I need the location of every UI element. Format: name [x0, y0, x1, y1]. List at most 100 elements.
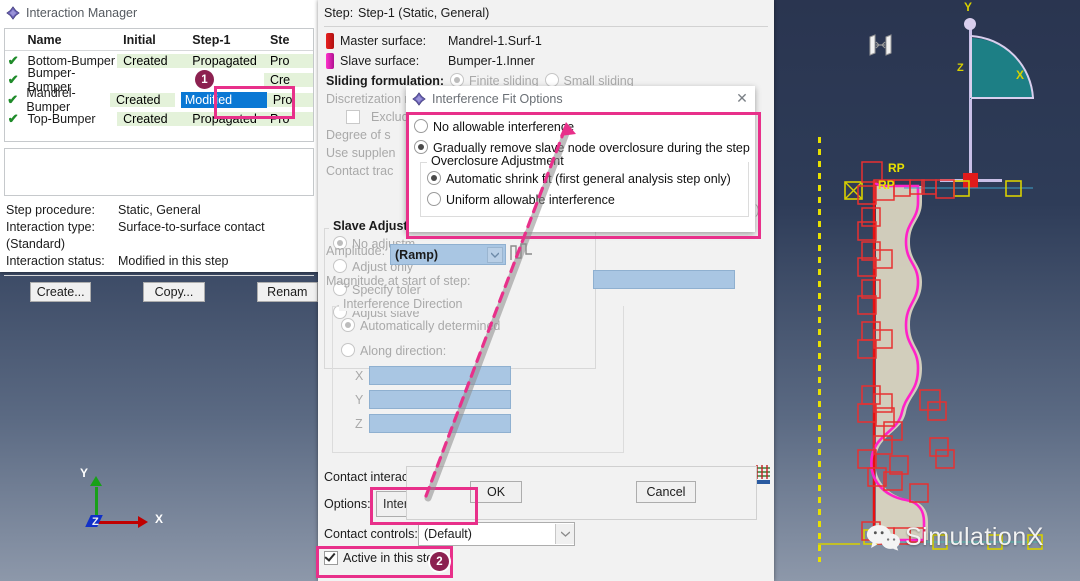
- row-name[interactable]: Top-Bumper: [22, 112, 118, 126]
- interaction-manager-buttons: Create... Copy... Renam: [0, 276, 318, 302]
- info-step-procedure-value: Static, General: [118, 203, 201, 217]
- active-in-step-checkbox[interactable]: Active in this step: [324, 551, 440, 565]
- slave-surface-icon: [326, 53, 334, 69]
- contact-controls-label: Contact controls:: [324, 527, 418, 541]
- dialog-divider: [324, 26, 768, 27]
- master-surface-row: Master surface: Mandrel-1.Surf-1: [318, 31, 774, 51]
- row-step2[interactable]: Pro: [263, 53, 313, 68]
- badge-1: 1: [195, 70, 214, 89]
- contact-interaction-label: Contact interacti: [324, 470, 415, 484]
- option-automatic-shrink-fit-label: Automatic shrink fit (first general anal…: [446, 172, 731, 186]
- abaqus-diamond-icon: [6, 6, 20, 20]
- part-geometry: [818, 161, 1043, 550]
- axis-triad-x-arrow: [138, 516, 148, 528]
- amplitude-value: (Ramp): [395, 247, 439, 262]
- create-button[interactable]: Create...: [30, 282, 92, 302]
- axis-triad-y-arrow: [90, 476, 102, 486]
- degree-smoothing-label: Degree of s: [326, 128, 391, 142]
- direction-x-label: X: [355, 368, 364, 383]
- amplitude-label: Amplitude:: [326, 244, 386, 258]
- master-surface-icon: [326, 33, 334, 49]
- contact-controls-value: (Default): [424, 527, 472, 541]
- cancel-button[interactable]: Cancel: [636, 481, 696, 503]
- direction-along-radio[interactable]: Along direction:: [333, 333, 623, 358]
- col-step2[interactable]: Ste: [264, 33, 313, 47]
- step-label: Step:: [324, 6, 354, 20]
- info-interaction-type: Interaction type: Surface-to-surface cont…: [6, 219, 318, 253]
- interaction-detail-panel: [4, 148, 314, 196]
- row-step1[interactable]: Propagated: [186, 112, 264, 127]
- amplitude-select[interactable]: (Ramp): [390, 244, 506, 265]
- interference-dialog-body: No allowable interference Gradually remo…: [406, 111, 755, 217]
- active-in-step-label: Active in this step: [343, 551, 441, 565]
- selected-cell-label: Modified: [180, 91, 267, 108]
- ok-button[interactable]: OK: [470, 481, 522, 503]
- magnitude-label: Magnitude at start of step:: [326, 274, 471, 288]
- row-initial[interactable]: Created: [117, 53, 187, 68]
- col-initial[interactable]: Initial: [117, 33, 186, 47]
- interference-fit-options-dialog[interactable]: Interference Fit Options ✕ No allowable …: [406, 86, 755, 232]
- info-interaction-type-label: Interaction type:: [6, 220, 95, 234]
- option-uniform-allowable-interference-label: Uniform allowable interference: [446, 193, 615, 207]
- col-name[interactable]: Name: [22, 33, 118, 47]
- contact-controls-select[interactable]: (Default): [418, 522, 575, 546]
- master-surface-value: Mandrel-1.Surf-1: [448, 34, 542, 48]
- interaction-manager-titlebar: Interaction Manager: [0, 0, 318, 26]
- chevron-down-icon[interactable]: [555, 524, 574, 544]
- interference-dialog-titlebar: Interference Fit Options ✕: [406, 86, 755, 111]
- interaction-table[interactable]: Name Initial Step-1 Ste ✔ Bottom-Bumper …: [4, 28, 314, 142]
- table-row[interactable]: ✔ Mandrel-Bumper Created Modified Pro: [5, 86, 313, 114]
- rp-label-2: RP: [878, 178, 895, 192]
- close-icon[interactable]: ✕: [729, 90, 755, 107]
- viewport-triad-z-label: Z: [957, 62, 964, 74]
- row-check-icon[interactable]: ✔: [5, 111, 22, 127]
- edit-surface-icon[interactable]: [866, 34, 894, 58]
- slave-surface-row: Slave surface: Bumper-1.Inner: [318, 51, 774, 71]
- direction-y-label: Y: [355, 392, 364, 407]
- row-check-icon[interactable]: ✔: [5, 72, 22, 88]
- overclosure-adjustment-group: Overclosure Adjustment Automatic shrink …: [420, 154, 749, 217]
- interference-direction-group: Interference Direction Automatically det…: [332, 297, 624, 453]
- info-interaction-status-label: Interaction status:: [6, 254, 105, 268]
- row-name[interactable]: Mandrel-Bumper: [20, 86, 110, 114]
- row-step1[interactable]: Propagated: [186, 53, 264, 68]
- row-step2[interactable]: Cre: [263, 73, 313, 88]
- chevron-down-icon[interactable]: [487, 247, 503, 263]
- info-step-procedure: Step procedure: Static, General: [6, 202, 318, 219]
- col-step1[interactable]: Step-1: [186, 33, 264, 47]
- abaqus-diamond-icon: [412, 91, 426, 106]
- row-check-icon[interactable]: ✔: [5, 53, 22, 69]
- table-row[interactable]: ✔ Top-Bumper Created Propagated Pro: [5, 110, 313, 130]
- rename-button[interactable]: Renam: [256, 282, 318, 302]
- direction-z-input[interactable]: [369, 414, 511, 433]
- row-initial[interactable]: Created: [110, 92, 175, 107]
- row-initial[interactable]: Created: [117, 112, 187, 127]
- viewport-triad-y-label: Y: [964, 0, 973, 14]
- interaction-manager-window[interactable]: Interaction Manager Name Initial Step-1 …: [0, 0, 318, 302]
- copy-button[interactable]: Copy...: [143, 282, 205, 302]
- viewport-triad-arc-outline: [970, 35, 1034, 99]
- step-value: Step-1 (Static, General): [358, 6, 490, 20]
- option-uniform-allowable-interference[interactable]: Uniform allowable interference: [427, 189, 748, 210]
- option-automatic-shrink-fit[interactable]: Automatic shrink fit (first general anal…: [427, 168, 748, 189]
- slave-surface-label: Slave surface:: [340, 54, 420, 68]
- row-step2[interactable]: Pro: [266, 92, 313, 107]
- row-step2[interactable]: Pro: [263, 112, 313, 127]
- row-step1-selected[interactable]: Modified: [175, 91, 267, 108]
- direction-y-input[interactable]: [369, 390, 511, 409]
- option-no-allowable-interference-label: No allowable interference: [433, 120, 575, 134]
- step-row: Step: Step-1 (Static, General): [318, 0, 774, 24]
- direction-z-label: Z: [355, 416, 363, 431]
- direction-x-input[interactable]: [369, 366, 511, 385]
- amplitude-curve-icon[interactable]: [509, 240, 535, 264]
- magnitude-input[interactable]: [593, 270, 735, 289]
- viewport-triad-x-label: X: [1016, 68, 1025, 82]
- info-step-procedure-label: Step procedure:: [6, 203, 95, 217]
- axis-triad-z-label: Z: [92, 516, 99, 528]
- row-check-icon[interactable]: ✔: [5, 92, 20, 108]
- master-surface-label: Master surface:: [340, 34, 427, 48]
- interference-direction-legend: Interference Direction: [339, 297, 467, 311]
- axis-triad-x-label: X: [155, 512, 164, 526]
- option-no-allowable-interference[interactable]: No allowable interference: [414, 116, 755, 137]
- badge-2: 2: [430, 552, 449, 571]
